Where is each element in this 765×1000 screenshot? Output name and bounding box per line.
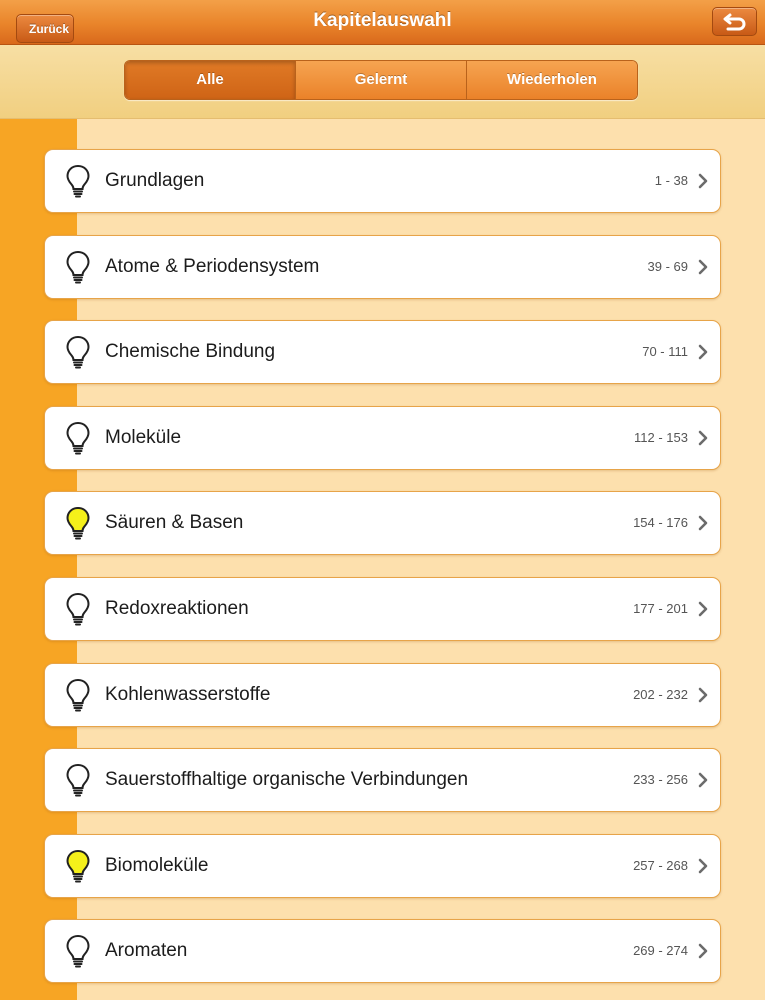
chapter-row[interactable]: Säuren & Basen 154 - 176 bbox=[44, 491, 721, 555]
chevron-right-icon bbox=[698, 601, 708, 617]
chapter-row[interactable]: Sauerstoffhaltige organische Verbindunge… bbox=[44, 748, 721, 812]
lightbulb-icon bbox=[66, 164, 90, 198]
chapter-row[interactable]: Atome & Periodensystem 39 - 69 bbox=[44, 235, 721, 299]
chapter-title: Aromaten bbox=[105, 940, 188, 961]
chevron-right-icon bbox=[698, 430, 708, 446]
chapter-row[interactable]: Aromaten 269 - 274 bbox=[44, 919, 721, 983]
chapter-title: Moleküle bbox=[105, 427, 182, 448]
segment-alle[interactable]: Alle bbox=[125, 61, 295, 99]
chapter-range: 202 - 232 bbox=[633, 687, 688, 702]
chapter-row[interactable]: Biomoleküle 257 - 268 bbox=[44, 834, 721, 898]
chapter-range: 177 - 201 bbox=[633, 601, 688, 616]
lightbulb-icon bbox=[66, 934, 90, 968]
lightbulb-icon bbox=[66, 335, 90, 369]
chapter-range: 70 - 111 bbox=[642, 344, 688, 359]
chevron-right-icon bbox=[698, 858, 708, 874]
filter-toolbar: Alle Gelernt Wiederholen bbox=[0, 45, 765, 119]
chapter-title: Biomoleküle bbox=[105, 855, 209, 876]
chapter-range: 233 - 256 bbox=[633, 772, 688, 787]
chapter-title: Grundlagen bbox=[105, 170, 205, 191]
chapter-title: Sauerstoffhaltige organische Verbindunge… bbox=[105, 769, 469, 790]
chapter-range: 39 - 69 bbox=[647, 259, 688, 274]
chevron-right-icon bbox=[698, 943, 708, 959]
chapter-title: Atome & Periodensystem bbox=[105, 256, 320, 277]
lightbulb-icon bbox=[66, 678, 90, 712]
page-title: Kapitelauswahl bbox=[313, 10, 452, 31]
filter-segmented-control: Alle Gelernt Wiederholen bbox=[124, 60, 638, 100]
chapter-title: Chemische Bindung bbox=[105, 341, 276, 362]
chapter-row[interactable]: Moleküle 112 - 153 bbox=[44, 406, 721, 470]
navigation-bar: Kapitelauswahl Zurück bbox=[0, 0, 765, 45]
chapter-range: 257 - 268 bbox=[633, 858, 688, 873]
chapter-range: 112 - 153 bbox=[634, 430, 688, 445]
chevron-right-icon bbox=[698, 173, 708, 189]
chapter-range: 154 - 176 bbox=[633, 515, 688, 530]
return-arrow-icon bbox=[723, 13, 746, 31]
chapter-row[interactable]: Redoxreaktionen 177 - 201 bbox=[44, 577, 721, 641]
chevron-right-icon bbox=[698, 259, 708, 275]
chapter-row[interactable]: Grundlagen 1 - 38 bbox=[44, 149, 721, 213]
chapter-title: Redoxreaktionen bbox=[105, 598, 249, 619]
lightbulb-icon bbox=[66, 849, 90, 883]
chevron-right-icon bbox=[698, 687, 708, 703]
chevron-right-icon bbox=[698, 772, 708, 788]
chapter-range: 1 - 38 bbox=[654, 173, 688, 188]
chapter-row[interactable]: Chemische Bindung 70 - 111 bbox=[44, 320, 721, 384]
back-button-wrap[interactable]: Zurück bbox=[8, 7, 78, 43]
lightbulb-icon bbox=[66, 250, 90, 284]
chapter-title: Kohlenwasserstoffe bbox=[105, 684, 271, 705]
back-button[interactable]: Zurück bbox=[16, 14, 74, 43]
chapter-title: Säuren & Basen bbox=[105, 512, 244, 533]
lightbulb-icon bbox=[66, 421, 90, 455]
chapter-row[interactable]: Kohlenwasserstoffe 202 - 232 bbox=[44, 663, 721, 727]
return-button[interactable] bbox=[712, 7, 757, 36]
lightbulb-icon bbox=[66, 592, 90, 626]
chevron-right-icon bbox=[698, 344, 708, 360]
lightbulb-icon bbox=[66, 763, 90, 797]
segment-wiederholen[interactable]: Wiederholen bbox=[466, 61, 637, 99]
segment-gelernt[interactable]: Gelernt bbox=[295, 61, 466, 99]
lightbulb-icon bbox=[66, 506, 90, 540]
chapter-range: 269 - 274 bbox=[633, 943, 688, 958]
chevron-right-icon bbox=[698, 515, 708, 531]
